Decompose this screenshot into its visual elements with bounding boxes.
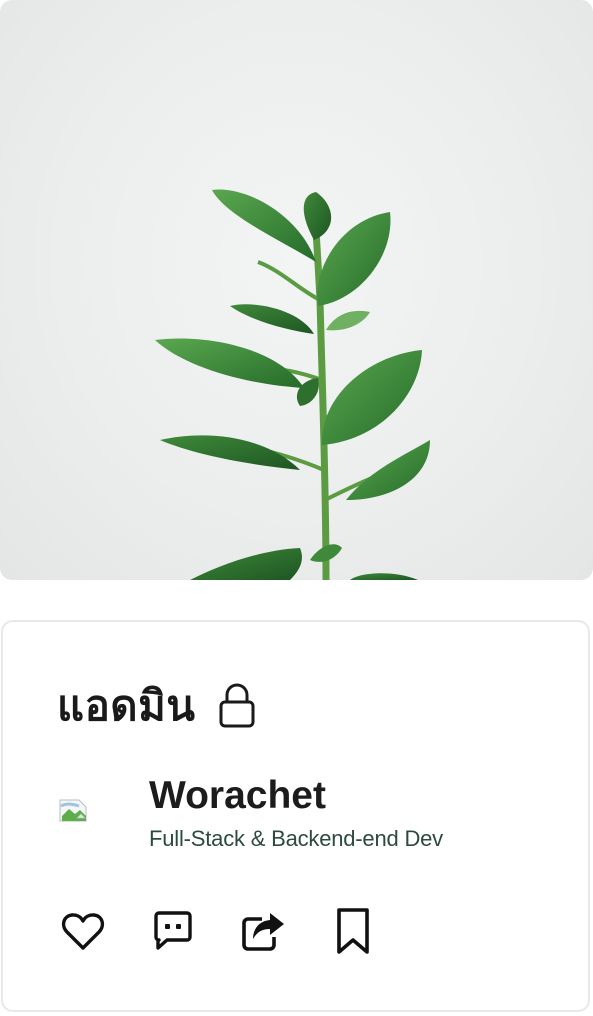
author-text: Worachet Full-Stack & Backend-end Dev	[149, 774, 443, 852]
action-bar	[59, 906, 419, 956]
comment-button[interactable]	[149, 906, 197, 956]
author-block[interactable]: Worachet Full-Stack & Backend-end Dev	[57, 774, 443, 852]
share-icon	[242, 913, 284, 951]
author-role: Full-Stack & Backend-end Dev	[149, 826, 443, 851]
post-title: แอดมิน	[57, 681, 196, 730]
heart-icon	[61, 913, 105, 950]
bookmark-icon	[337, 908, 369, 954]
hero-image	[0, 0, 593, 580]
comment-icon	[154, 911, 192, 950]
plant-photo	[155, 189, 430, 580]
title-row: แอดมิน	[57, 682, 257, 730]
bookmark-button[interactable]	[329, 906, 377, 956]
share-button[interactable]	[239, 906, 287, 956]
like-button[interactable]	[59, 906, 107, 956]
post-card: แอดมิน Worachet Full-Stack & Backend-end…	[1, 620, 590, 1012]
broken-image-icon	[57, 794, 89, 826]
lock-icon	[217, 682, 257, 730]
author-name[interactable]: Worachet	[149, 774, 443, 818]
